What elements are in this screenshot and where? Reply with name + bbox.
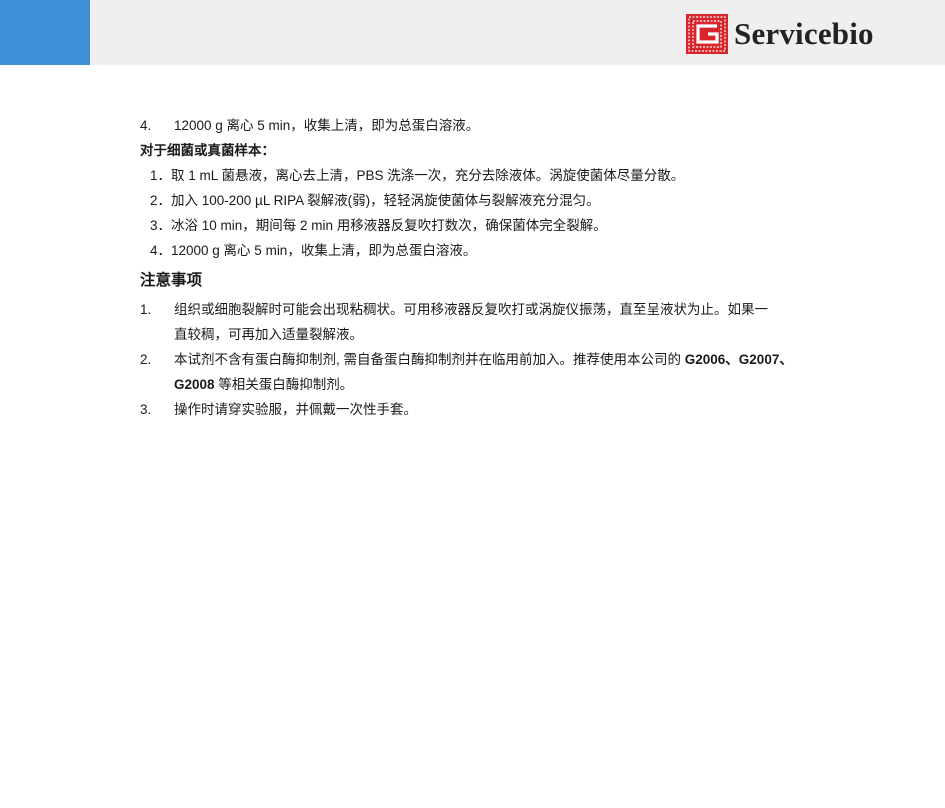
note-item-3: 3. 操作时请穿实验服，并佩戴一次性手套。 <box>140 397 830 422</box>
note-text: 组织或细胞裂解时可能会出现粘稠状。可用移液器反复吹打或涡旋仪振荡，直至呈液状为止… <box>174 302 768 317</box>
note-number: 1. <box>140 302 152 317</box>
note-text-plain: 等相关蛋白酶抑制剂。 <box>214 377 354 392</box>
document-page: Servicebio 4. 12000 g 离心 5 min，收集上清，即为总蛋… <box>0 0 945 808</box>
page-header: Servicebio <box>0 0 945 65</box>
notes-heading: 注意事项 <box>140 272 203 289</box>
product-codes: G2006、G2007、 <box>684 352 793 367</box>
bacteria-step: 2．加入 100-200 µL RIPA 裂解液(弱)，轻轻涡旋使菌体与裂解液充… <box>150 193 600 208</box>
product-code: G2008 <box>174 377 215 392</box>
header-accent-bar <box>0 0 90 65</box>
note-text: 本试剂不含有蛋白酶抑制剂, 需自备蛋白酶抑制剂并在临用前加入。推荐使用本公司的 … <box>174 347 793 372</box>
bacteria-step: 1．取 1 mL 菌悬液，离心去上清，PBS 洗涤一次，充分去除液体。涡旋使菌体… <box>150 168 685 183</box>
step-number: 4. <box>140 118 152 133</box>
note-number: 2. <box>140 352 152 367</box>
logo-text: Servicebio <box>734 16 874 51</box>
servicebio-logo-icon <box>686 14 728 54</box>
note-item-2: 2. 本试剂不含有蛋白酶抑制剂, 需自备蛋白酶抑制剂并在临用前加入。推荐使用本公… <box>140 347 830 397</box>
bacteria-section-label: 对于细菌或真菌样本： <box>140 143 275 158</box>
document-body: 4. 12000 g 离心 5 min，收集上清，即为总蛋白溶液。 对于细菌或真… <box>140 113 830 422</box>
bacteria-step: 4．12000 g 离心 5 min，收集上清，即为总蛋白溶液。 <box>150 243 477 258</box>
note-number: 3. <box>140 402 152 417</box>
note-text: 操作时请穿实验服，并佩戴一次性手套。 <box>174 402 417 417</box>
step-text: 12000 g 离心 5 min，收集上清，即为总蛋白溶液。 <box>174 118 480 133</box>
note-text-continued: 直较稠，可再加入适量裂解液。 <box>174 327 363 342</box>
bacteria-step: 3．冰浴 10 min，期间每 2 min 用移液器反复吹打数次，确保菌体完全裂… <box>150 218 607 233</box>
note-text-continued: G2008 等相关蛋白酶抑制剂。 <box>140 372 830 397</box>
protocol-step-4: 4. 12000 g 离心 5 min，收集上清，即为总蛋白溶液。 <box>140 113 830 138</box>
servicebio-logo: Servicebio <box>686 14 874 54</box>
note-text-plain: 本试剂不含有蛋白酶抑制剂, 需自备蛋白酶抑制剂并在临用前加入。推荐使用本公司的 <box>174 352 685 367</box>
note-item-1: 1. 组织或细胞裂解时可能会出现粘稠状。可用移液器反复吹打或涡旋仪振荡，直至呈液… <box>140 297 830 347</box>
